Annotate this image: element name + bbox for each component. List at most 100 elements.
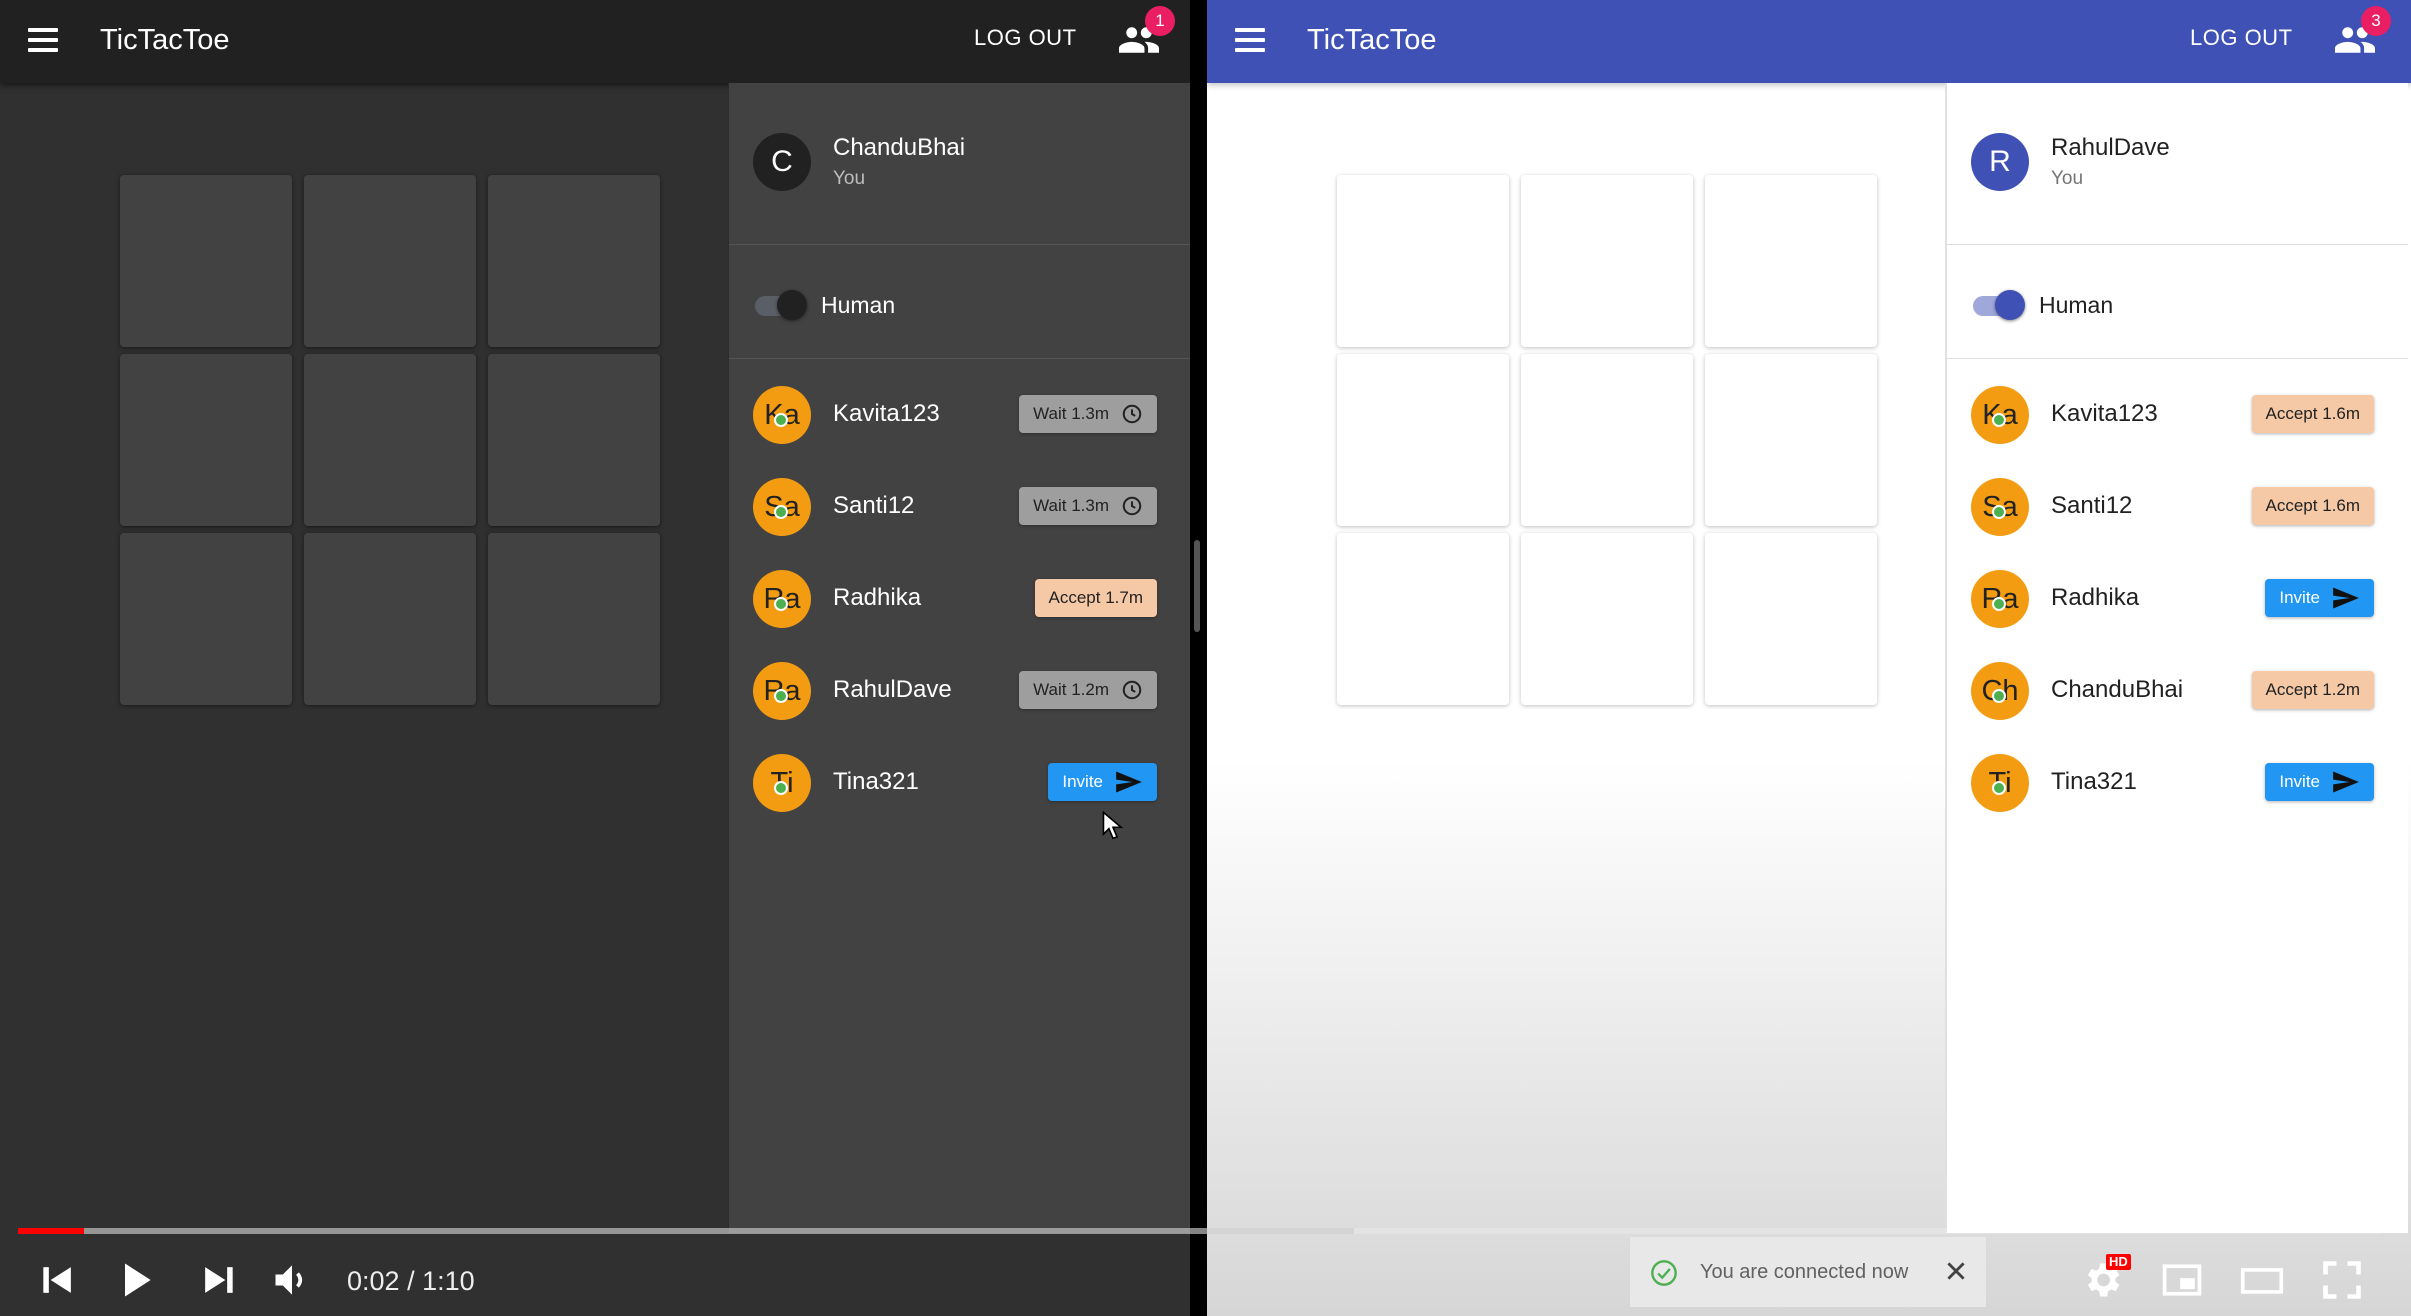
board-cell[interactable] [304, 354, 476, 526]
board-cell[interactable] [304, 533, 476, 705]
players-sidebar: C ChanduBhai You Human KaKavita123Wait 1… [728, 83, 1190, 1233]
video-controls: 0:02 / 1:10 HD [0, 1216, 2411, 1316]
people-icon[interactable]: 3 [2333, 6, 2391, 60]
invite-button[interactable]: Invite [2265, 763, 2374, 801]
board-cell[interactable] [120, 533, 292, 705]
player-row: SaSanti12Accept 1.6m [1947, 461, 2408, 553]
action-label: Invite [1062, 772, 1103, 791]
wait-button[interactable]: Wait 1.2m [1019, 671, 1157, 709]
clock-icon [1122, 404, 1142, 424]
board-cell[interactable] [488, 175, 660, 347]
menu-icon[interactable] [1235, 22, 1267, 60]
invite-button[interactable]: Invite [1048, 763, 1157, 801]
left-app-window: TicTacToe LOG OUT 1 C ChanduBhai You Hum… [0, 0, 1190, 1316]
online-status-dot [774, 505, 788, 519]
notification-badge: 1 [1145, 6, 1175, 36]
fullscreen-icon[interactable] [2320, 1258, 2364, 1302]
duration: 1:10 [422, 1266, 475, 1296]
accept-button[interactable]: Accept 1.2m [2251, 671, 2374, 709]
play-icon[interactable] [114, 1258, 158, 1302]
divider-drag-handle[interactable] [1194, 540, 1200, 632]
current-user-subtitle: You [2051, 168, 2084, 189]
board-cell[interactable] [304, 175, 476, 347]
accept-button[interactable]: Accept 1.6m [2251, 395, 2374, 433]
accept-button[interactable]: Accept 1.7m [1034, 579, 1157, 617]
online-status-dot [1992, 505, 2006, 519]
game-board [1337, 175, 1879, 705]
current-user: R RahulDave You [1947, 83, 2408, 245]
player-name: Kavita123 [2051, 400, 2158, 427]
previous-icon[interactable] [36, 1258, 80, 1302]
player-row: RaRadhikaAccept 1.7m [729, 553, 1190, 645]
theater-mode-icon[interactable] [2240, 1258, 2284, 1302]
logout-button[interactable]: LOG OUT [2190, 20, 2293, 56]
invite-button[interactable]: Invite [2265, 579, 2374, 617]
app-title: TicTacToe [1307, 24, 1437, 56]
miniplayer-icon[interactable] [2160, 1258, 2204, 1302]
current-user-name: ChanduBhai [833, 134, 966, 161]
video-progress-bar[interactable] [18, 1228, 2382, 1234]
player-row: SaSanti12Wait 1.3m [729, 461, 1190, 553]
current-time: 0:02 [347, 1266, 400, 1296]
wait-button[interactable]: Wait 1.3m [1019, 487, 1157, 525]
mode-toggle-row: Human [729, 246, 1190, 359]
people-icon[interactable]: 1 [1117, 6, 1175, 60]
online-status-dot [774, 597, 788, 611]
board-cell[interactable] [1337, 175, 1509, 347]
wait-button[interactable]: Wait 1.3m [1019, 395, 1157, 433]
board-cell[interactable] [1521, 533, 1693, 705]
current-user-name: RahulDave [2051, 134, 2170, 161]
app-title: TicTacToe [100, 24, 230, 56]
mode-label: Human [2039, 292, 2114, 318]
right-app-window: TicTacToe LOG OUT 3 R RahulDave You Huma… [1207, 0, 2411, 1316]
player-row: KaKavita123Wait 1.3m [729, 369, 1190, 461]
board-cell[interactable] [1337, 354, 1509, 526]
player-name: RahulDave [833, 676, 952, 703]
board-cell[interactable] [1521, 175, 1693, 347]
menu-icon[interactable] [28, 22, 60, 60]
current-user-subtitle: You [833, 168, 866, 189]
players-sidebar: R RahulDave You Human KaKavita123Accept … [1945, 83, 2408, 1233]
player-name: Radhika [833, 584, 922, 611]
human-mode-toggle[interactable] [753, 290, 809, 320]
online-status-dot [1992, 781, 2006, 795]
avatar: R [1971, 133, 2029, 191]
action-label: Accept 1.6m [2265, 496, 2361, 515]
next-icon[interactable] [196, 1258, 240, 1302]
board-cell[interactable] [120, 175, 292, 347]
send-icon [2333, 771, 2359, 793]
app-bar: TicTacToe LOG OUT 3 [1207, 0, 2411, 83]
clock-icon [1122, 680, 1142, 700]
pane-divider [1190, 0, 1207, 1316]
online-status-dot [774, 689, 788, 703]
player-name: ChanduBhai [2051, 676, 2184, 703]
player-row: RaRahulDaveWait 1.2m [729, 645, 1190, 737]
board-cell[interactable] [1705, 533, 1877, 705]
clock-icon [1122, 496, 1142, 516]
player-row: RaRadhikaInvite [1947, 553, 2408, 645]
player-name: Santi12 [833, 492, 915, 519]
player-name: Radhika [2051, 584, 2140, 611]
action-label: Wait 1.3m [1033, 404, 1109, 423]
avatar: C [753, 133, 811, 191]
player-row: KaKavita123Accept 1.6m [1947, 369, 2408, 461]
mode-toggle-row: Human [1947, 246, 2408, 359]
board-cell[interactable] [1337, 533, 1509, 705]
action-label: Accept 1.7m [1048, 588, 1144, 607]
player-name: Santi12 [2051, 492, 2133, 519]
time-separator: / [399, 1266, 423, 1296]
board-cell[interactable] [1705, 175, 1877, 347]
board-cell[interactable] [488, 533, 660, 705]
volume-icon[interactable] [270, 1258, 314, 1302]
action-label: Accept 1.2m [2265, 680, 2361, 699]
human-mode-toggle[interactable] [1971, 290, 2027, 320]
mode-label: Human [821, 292, 896, 318]
board-cell[interactable] [120, 354, 292, 526]
logout-button[interactable]: LOG OUT [974, 20, 1077, 56]
board-cell[interactable] [1705, 354, 1877, 526]
board-cell[interactable] [1521, 354, 1693, 526]
online-status-dot [1992, 597, 2006, 611]
player-row: ChChanduBhaiAccept 1.2m [1947, 645, 2408, 737]
accept-button[interactable]: Accept 1.6m [2251, 487, 2374, 525]
board-cell[interactable] [488, 354, 660, 526]
